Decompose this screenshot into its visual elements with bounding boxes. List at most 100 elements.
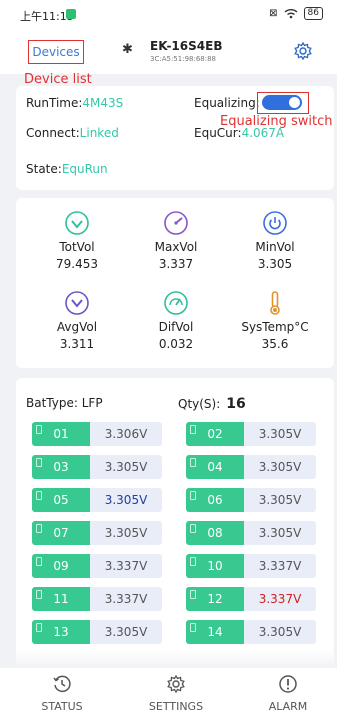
equalizing-switch-frame (257, 92, 309, 114)
cell-index: 02 (186, 422, 244, 446)
qty-value: 16 (226, 396, 246, 412)
cell-index: 11 (32, 587, 90, 611)
runtime-value: 4M43S (82, 96, 124, 110)
stat-value: 35.6 (261, 337, 289, 351)
stat-value: 79.453 (56, 257, 98, 271)
battype-value: LFP (81, 396, 103, 410)
cell-voltage: 3.305V (244, 521, 316, 545)
nav-alarm[interactable]: ALARM (248, 674, 328, 713)
cell-item: 06 3.305V (186, 488, 316, 512)
bluetooth-icon: ✱ (122, 42, 133, 57)
cell-voltage: 3.337V (244, 587, 316, 611)
nav-status-label: STATUS (41, 700, 83, 713)
cell-item: 03 3.305V (32, 455, 162, 479)
cell-index: 13 (32, 620, 90, 644)
devices-button[interactable]: Devices (28, 40, 84, 64)
cell-index: 07 (32, 521, 90, 545)
equalizing-switch[interactable] (262, 95, 302, 110)
connect-value: Linked (79, 126, 119, 140)
stat-systemp: SysTemp°C 35.6 (233, 290, 317, 351)
equcur-row: EquCur:4.067A (194, 126, 284, 140)
cell-number: 11 (53, 592, 69, 606)
app-header: Devices ✱ EK-16S4EB 3C:A5:51:98:68:88 (0, 30, 337, 74)
cell-number: 03 (53, 460, 69, 474)
stat-label: TotVol (59, 240, 95, 254)
stat-value: 3.311 (59, 337, 95, 351)
cell-item: 14 3.305V (186, 620, 316, 644)
cell-index: 14 (186, 620, 244, 644)
cell-number: 05 (53, 493, 69, 507)
alert-icon (279, 675, 297, 693)
state-row: State:EquRun (26, 162, 108, 176)
cell-voltage: 3.337V (90, 554, 162, 578)
equcur-value: 4.067A (241, 126, 285, 140)
device-list-annotation: Device list (24, 72, 92, 87)
device-mac: 3C:A5:51:98:68:88 (150, 55, 217, 63)
cell-number: 07 (53, 526, 69, 540)
cell-voltage: 3.305V (90, 488, 162, 512)
nav-alarm-label: ALARM (268, 700, 308, 713)
cell-item: 12 3.337V (186, 587, 316, 611)
battype-row: BatType: LFP (26, 396, 103, 410)
cell-index: 04 (186, 455, 244, 479)
mini-battery-icon (36, 623, 42, 632)
mini-battery-icon (36, 557, 42, 566)
mini-battery-icon (36, 425, 42, 434)
history-icon (53, 675, 71, 693)
stat-label: SysTemp°C (241, 320, 309, 334)
cell-number: 09 (53, 559, 69, 573)
stat-label: MaxVol (154, 240, 198, 254)
cell-voltage: 3.306V (90, 422, 162, 446)
nav-settings-label: SETTINGS (148, 700, 204, 713)
cell-item: 13 3.305V (32, 620, 162, 644)
cell-number: 01 (53, 427, 69, 441)
connect-label: Connect: (26, 126, 80, 140)
nav-settings[interactable]: SETTINGS (136, 674, 216, 713)
mini-battery-icon (36, 458, 42, 467)
cell-item: 08 3.305V (186, 521, 316, 545)
cell-item: 09 3.337V (32, 554, 162, 578)
thermometer-icon (270, 291, 280, 315)
check-circle-icon (65, 211, 89, 235)
stat-value: 3.337 (158, 257, 194, 271)
cell-index: 05 (32, 488, 90, 512)
nav-status[interactable]: STATUS (22, 674, 102, 713)
cell-voltage: 3.305V (244, 620, 316, 644)
cell-voltage: 3.305V (244, 488, 316, 512)
cell-voltage: 3.337V (244, 554, 316, 578)
mini-battery-icon (190, 590, 196, 599)
speedometer-icon (164, 291, 188, 315)
cell-index: 06 (186, 488, 244, 512)
cell-number: 12 (207, 592, 223, 606)
cell-item: 07 3.305V (32, 521, 162, 545)
mini-battery-icon (36, 491, 42, 500)
scroll-fade (0, 650, 337, 668)
cell-voltage: 3.305V (90, 455, 162, 479)
mini-battery-icon (190, 557, 196, 566)
cell-index: 08 (186, 521, 244, 545)
stat-difvol: DifVol 0.032 (134, 290, 218, 351)
stat-value: 0.032 (158, 337, 194, 351)
cell-number: 08 (207, 526, 223, 540)
state-value: EquRun (61, 162, 108, 176)
cell-number: 14 (207, 625, 223, 639)
cell-voltage: 3.305V (90, 521, 162, 545)
cell-item: 01 3.306V (32, 422, 162, 446)
battype-label: BatType: (26, 396, 78, 410)
mini-battery-icon (190, 425, 196, 434)
cell-voltage: 3.337V (90, 587, 162, 611)
stat-label: MinVol (255, 240, 295, 254)
settings-icon (167, 674, 185, 694)
device-name: EK-16S4EB (150, 39, 223, 53)
stat-label: DifVol (158, 320, 194, 334)
mini-battery-icon (190, 491, 196, 500)
status-icons: ⊠ 86 (269, 7, 323, 20)
gauge-high-icon (164, 211, 188, 235)
stat-minvol: MinVol 3.305 (233, 210, 317, 271)
cell-index: 12 (186, 587, 244, 611)
runtime-label: RunTime: (26, 96, 83, 110)
cell-item: 10 3.337V (186, 554, 316, 578)
stat-totvol: TotVol 79.453 (35, 210, 119, 271)
gear-icon[interactable] (293, 41, 313, 61)
cell-number: 13 (53, 625, 69, 639)
